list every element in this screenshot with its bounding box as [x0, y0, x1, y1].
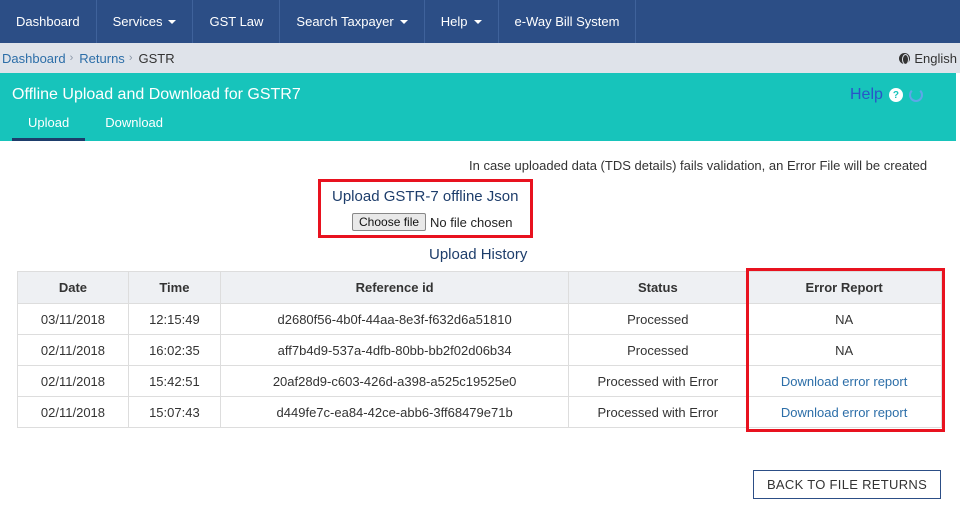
- cell-status: Processed with Error: [568, 396, 748, 428]
- table-row: 03/11/2018 12:15:49 d2680f56-4b0f-44aa-8…: [17, 303, 942, 335]
- cell-time: 15:07:43: [127, 396, 221, 428]
- upload-history-table: Date Time Reference id Status Error Repo…: [17, 271, 942, 428]
- cell-status: Processed: [568, 303, 748, 335]
- nav-item-label: Search Taxpayer: [296, 14, 394, 29]
- column-header-status: Status: [568, 271, 748, 304]
- cell-reference-id: d449fe7c-ea84-42ce-abb6-3ff68479e71b: [219, 396, 570, 428]
- cell-reference-id: aff7b4d9-537a-4dfb-80bb-bb2f02d06b34: [219, 334, 570, 366]
- cell-error-report: Download error report: [746, 396, 942, 428]
- cell-error-report: NA: [746, 334, 942, 366]
- column-header-error-report: Error Report: [746, 271, 942, 304]
- table-row: 02/11/2018 15:42:51 20af28d9-c603-426d-a…: [17, 365, 942, 397]
- cell-status: Processed: [568, 334, 748, 366]
- cell-date: 03/11/2018: [17, 303, 129, 335]
- help-link[interactable]: Help ?: [850, 86, 903, 104]
- upload-title: Upload GSTR-7 offline Json: [332, 188, 519, 205]
- breadcrumb-dashboard[interactable]: Dashboard: [2, 51, 66, 66]
- upload-history-title: Upload History: [429, 246, 528, 263]
- tab-upload[interactable]: Upload: [12, 113, 86, 141]
- cell-time: 12:15:49: [127, 303, 221, 335]
- column-header-date: Date: [17, 271, 129, 304]
- nav-item-gst-law[interactable]: GST Law: [193, 0, 281, 43]
- nav-item-label: Help: [440, 14, 468, 29]
- tab-bar: Upload Download: [12, 113, 179, 141]
- cell-reference-id: d2680f56-4b0f-44aa-8e3f-f632d6a51810: [219, 303, 570, 335]
- column-header-time: Time: [127, 271, 221, 304]
- tab-download[interactable]: Download: [89, 113, 179, 141]
- cell-date: 02/11/2018: [17, 365, 129, 397]
- choose-file-button[interactable]: Choose file: [352, 213, 427, 231]
- chevron-right-icon: ›: [69, 52, 74, 64]
- breadcrumb: Dashboard › Returns › GSTR English: [0, 43, 960, 73]
- nav-item-label: Services: [112, 14, 163, 29]
- nav-item-label: e-Way Bill System: [514, 14, 620, 29]
- help-label: Help: [850, 86, 883, 103]
- page-title: Offline Upload and Download for GSTR7: [12, 86, 301, 103]
- globe-icon: [899, 52, 911, 65]
- top-navigation: Dashboard Services GST Law Search Taxpay…: [0, 0, 960, 43]
- breadcrumb-current: GSTR: [138, 50, 175, 66]
- table-row: 02/11/2018 16:02:35 aff7b4d9-537a-4dfb-8…: [17, 334, 942, 366]
- language-selector[interactable]: English: [899, 43, 957, 73]
- cell-reference-id: 20af28d9-c603-426d-a398-a525c19525e0: [219, 365, 570, 397]
- cell-error-report: NA: [746, 303, 942, 335]
- chevron-right-icon: ›: [128, 52, 133, 64]
- download-error-report-link[interactable]: Download error report: [781, 405, 907, 420]
- file-status: No file chosen: [430, 214, 513, 230]
- page-header: Offline Upload and Download for GSTR7 He…: [0, 73, 956, 141]
- nav-item-search-taxpayer[interactable]: Search Taxpayer: [280, 0, 425, 43]
- info-text: In case uploaded data (TDS details) fail…: [469, 158, 928, 173]
- table-header-row: Date Time Reference id Status Error Repo…: [17, 271, 942, 304]
- cell-date: 02/11/2018: [17, 334, 129, 366]
- cell-time: 15:42:51: [127, 365, 221, 397]
- cell-error-report: Download error report: [746, 365, 942, 397]
- breadcrumb-returns[interactable]: Returns: [79, 51, 125, 66]
- caret-down-icon: [399, 19, 408, 24]
- question-icon: ?: [888, 88, 903, 102]
- upload-section: Upload GSTR-7 offline Json Choose file N…: [318, 179, 533, 238]
- language-label: English: [914, 50, 957, 66]
- nav-item-help[interactable]: Help: [425, 0, 499, 43]
- nav-item-dashboard[interactable]: Dashboard: [0, 0, 97, 43]
- download-error-report-link[interactable]: Download error report: [781, 374, 907, 389]
- nav-item-label: Dashboard: [16, 14, 80, 29]
- caret-down-icon: [168, 19, 177, 24]
- column-header-reference-id: Reference id: [219, 271, 570, 304]
- nav-item-services[interactable]: Services: [97, 0, 194, 43]
- cell-date: 02/11/2018: [17, 396, 129, 428]
- table-row: 02/11/2018 15:07:43 d449fe7c-ea84-42ce-a…: [17, 396, 942, 428]
- refresh-icon[interactable]: [909, 88, 923, 102]
- nav-item-eway-bill[interactable]: e-Way Bill System: [499, 0, 637, 43]
- back-to-file-returns-button[interactable]: BACK TO FILE RETURNS: [753, 470, 941, 499]
- cell-time: 16:02:35: [127, 334, 221, 366]
- file-input: Choose file No file chosen: [352, 213, 512, 231]
- nav-item-label: GST Law: [209, 14, 264, 29]
- cell-status: Processed with Error: [568, 365, 748, 397]
- caret-down-icon: [473, 19, 482, 24]
